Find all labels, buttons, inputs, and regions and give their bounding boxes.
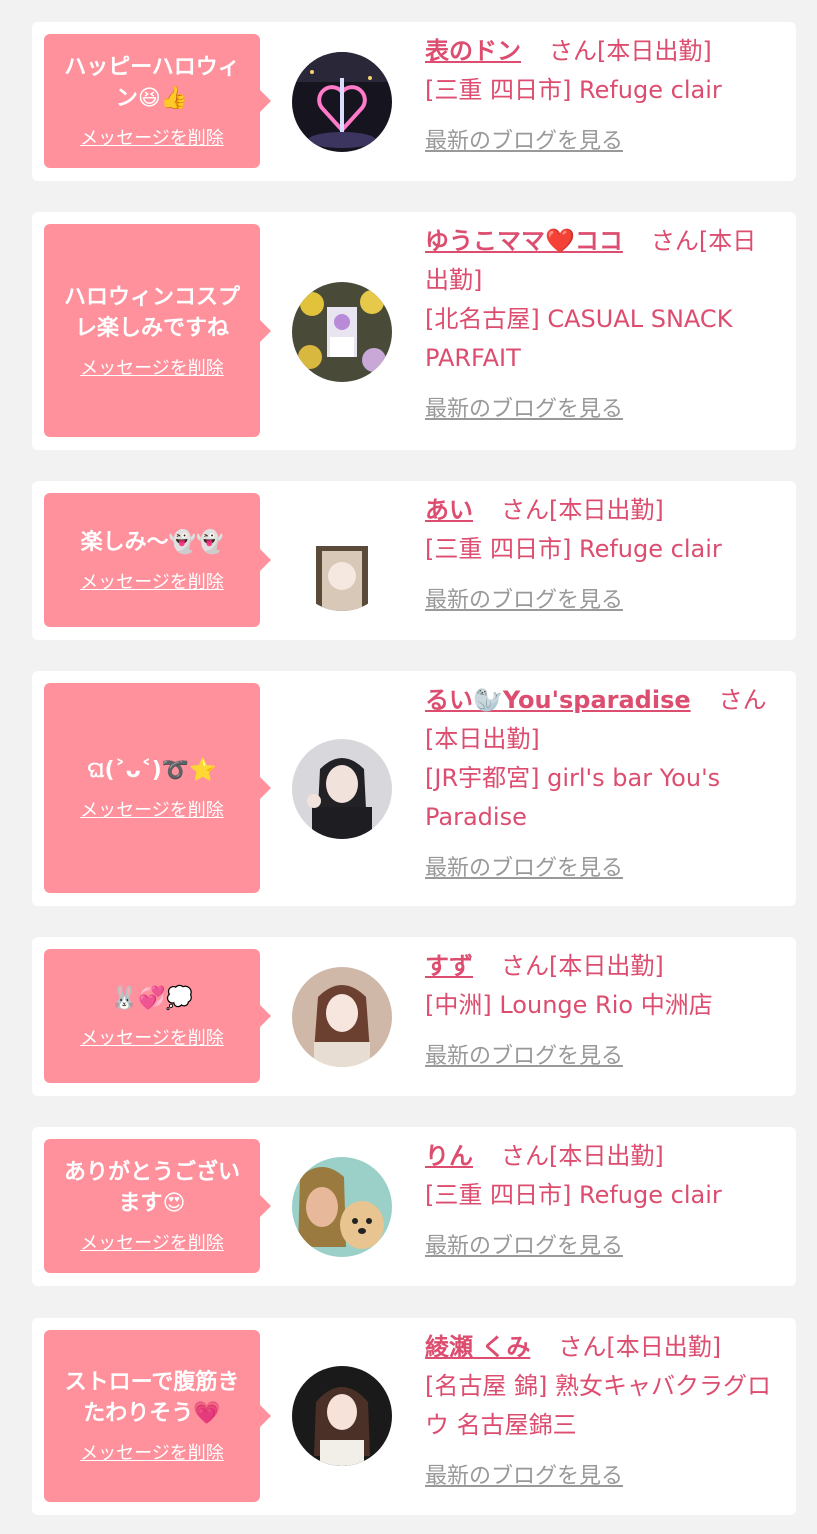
- latest-blog-link[interactable]: 最新のブログを見る: [425, 122, 623, 161]
- flower-stand-photo-icon: [292, 282, 392, 382]
- cast-info: あい さん[本日出勤] [三重 四日市] Refuge clair 最新のブログを…: [425, 491, 778, 620]
- message-text: 🐰💞💭: [110, 985, 194, 1011]
- delete-message-button[interactable]: メッセージを削除: [80, 796, 224, 822]
- delete-message-button[interactable]: メッセージを削除: [80, 124, 224, 150]
- cast-info: すず さん[本日出勤] [中洲] Lounge Rio 中洲店 最新のブログを見る: [425, 947, 778, 1076]
- message-card: ハロウィンコスプ レ楽しみですね メッセージを削除 ゆうこママ❤️ココ さん[本日…: [32, 212, 796, 450]
- message-card: 🐰💞💭 メッセージを削除 すず さん[本日出勤] [中洲] Lounge Rio …: [32, 937, 796, 1096]
- cast-info: りん さん[本日出勤] [三重 四日市] Refuge clair 最新のブログを…: [425, 1137, 778, 1266]
- latest-blog-link[interactable]: 最新のブログを見る: [425, 849, 623, 888]
- delete-message-button[interactable]: メッセージを削除: [80, 1229, 224, 1255]
- message-list: ハッピーハロウィ ン😆👍 メッセージを削除 表のドン さん[本日出勤] [三重 四…: [0, 0, 817, 1534]
- cast-status: さん[本日出勤]: [501, 496, 664, 524]
- message-text: ありがとうござい ます😍: [63, 1160, 240, 1216]
- message-bubble: ありがとうござい ます😍 メッセージを削除: [44, 1139, 271, 1273]
- avatar[interactable]: [292, 511, 392, 611]
- avatar[interactable]: [292, 52, 392, 152]
- shop-name: [三重 四日市] Refuge clair: [425, 535, 722, 563]
- delete-message-button[interactable]: メッセージを削除: [80, 568, 224, 594]
- cast-status: さん[本日出勤]: [501, 952, 664, 980]
- message-card: 楽しみ〜👻👻 メッセージを削除 あい さん[本日出勤] [三重 四日市] Refu…: [32, 481, 796, 640]
- avatar[interactable]: [292, 967, 392, 1067]
- avatar[interactable]: [292, 739, 392, 839]
- message-card: ストローで腹筋き たわりそう💗 メッセージを削除 綾瀬 くみ さん[本日出勤] […: [32, 1318, 796, 1515]
- cast-name-link[interactable]: あい: [425, 496, 473, 524]
- message-bubble: 🐰💞💭 メッセージを削除: [44, 949, 271, 1083]
- cast-info: るい🦭You'sparadise さん[本日出勤] [JR宇都宮] girl's …: [425, 681, 778, 888]
- cast-info: ゆうこママ❤️ココ さん[本日出勤] [北名古屋] CASUAL SNACK PA…: [425, 222, 778, 429]
- cast-name-link[interactable]: 表のドン: [425, 37, 521, 65]
- latest-blog-link[interactable]: 最新のブログを見る: [425, 1037, 623, 1076]
- cast-status: さん[本日出勤]: [549, 37, 712, 65]
- shop-name: [名古屋 錦] 熟女キャバクラグロウ 名古屋錦三: [425, 1372, 771, 1439]
- latest-blog-link[interactable]: 最新のブログを見る: [425, 390, 623, 429]
- cast-name-link[interactable]: 綾瀬 くみ: [425, 1333, 530, 1361]
- avatar[interactable]: [292, 1366, 392, 1466]
- woman-portrait-photo-icon: [292, 1366, 392, 1466]
- message-text: ハッピーハロウィ ン😆👍: [64, 55, 240, 111]
- cast-info: 綾瀬 くみ さん[本日出勤] [名古屋 錦] 熟女キャバクラグロウ 名古屋錦三 最…: [425, 1328, 778, 1496]
- shop-name: [三重 四日市] Refuge clair: [425, 76, 722, 104]
- cast-name-link[interactable]: りん: [425, 1142, 473, 1170]
- shop-name: [JR宇都宮] girl's bar You's Paradise: [425, 764, 721, 831]
- woman-portrait-photo-icon: [292, 511, 392, 611]
- cast-status: さん[本日出勤]: [501, 1142, 664, 1170]
- cast-info: 表のドン さん[本日出勤] [三重 四日市] Refuge clair 最新のブロ…: [425, 32, 778, 161]
- message-card: ありがとうござい ます😍 メッセージを削除 りん さん[本日出勤] [三重 四日市…: [32, 1127, 796, 1286]
- woman-portrait-photo-icon: [292, 967, 392, 1067]
- shop-name: [中洲] Lounge Rio 中洲店: [425, 991, 713, 1019]
- message-card: ハッピーハロウィ ン😆👍 メッセージを削除 表のドン さん[本日出勤] [三重 四…: [32, 22, 796, 181]
- avatar[interactable]: [292, 1157, 392, 1257]
- message-text: ストローで腹筋き たわりそう💗: [64, 1370, 240, 1426]
- message-text: ハロウィンコスプ レ楽しみですね: [63, 284, 240, 341]
- woman-peace-sign-photo-icon: [292, 739, 392, 839]
- message-bubble: 楽しみ〜👻👻 メッセージを削除: [44, 493, 271, 627]
- shop-name: [北名古屋] CASUAL SNACK PARFAIT: [425, 305, 733, 372]
- woman-with-puppy-photo-icon: [292, 1157, 392, 1257]
- cast-name-link[interactable]: るい🦭You'sparadise: [425, 686, 691, 714]
- cast-name-link[interactable]: ゆうこママ❤️ココ: [425, 227, 623, 255]
- cast-status: さん[本日出勤]: [558, 1333, 722, 1361]
- message-bubble: ストローで腹筋き たわりそう💗 メッセージを削除: [44, 1330, 271, 1502]
- message-bubble: ハロウィンコスプ レ楽しみですね メッセージを削除: [44, 224, 271, 437]
- message-card: ଘ(˃ᴗ˂)➰⭐ メッセージを削除 るい🦭You'sparadise さん[本日出…: [32, 671, 796, 906]
- message-text: ଘ(˃ᴗ˂)➰⭐: [87, 757, 217, 783]
- message-text: 楽しみ〜👻👻: [80, 529, 224, 555]
- latest-blog-link[interactable]: 最新のブログを見る: [425, 1457, 623, 1496]
- latest-blog-link[interactable]: 最新のブログを見る: [425, 581, 623, 620]
- message-bubble: ଘ(˃ᴗ˂)➰⭐ メッセージを削除: [44, 683, 271, 893]
- shop-name: [三重 四日市] Refuge clair: [425, 1181, 722, 1209]
- delete-message-button[interactable]: メッセージを削除: [80, 1439, 224, 1465]
- avatar[interactable]: [292, 282, 392, 382]
- delete-message-button[interactable]: メッセージを削除: [80, 1024, 224, 1050]
- delete-message-button[interactable]: メッセージを削除: [80, 354, 224, 380]
- message-bubble: ハッピーハロウィ ン😆👍 メッセージを削除: [44, 34, 271, 168]
- cast-name-link[interactable]: すず: [425, 952, 473, 980]
- latest-blog-link[interactable]: 最新のブログを見る: [425, 1227, 623, 1266]
- night-illumination-photo-icon: [292, 52, 392, 152]
